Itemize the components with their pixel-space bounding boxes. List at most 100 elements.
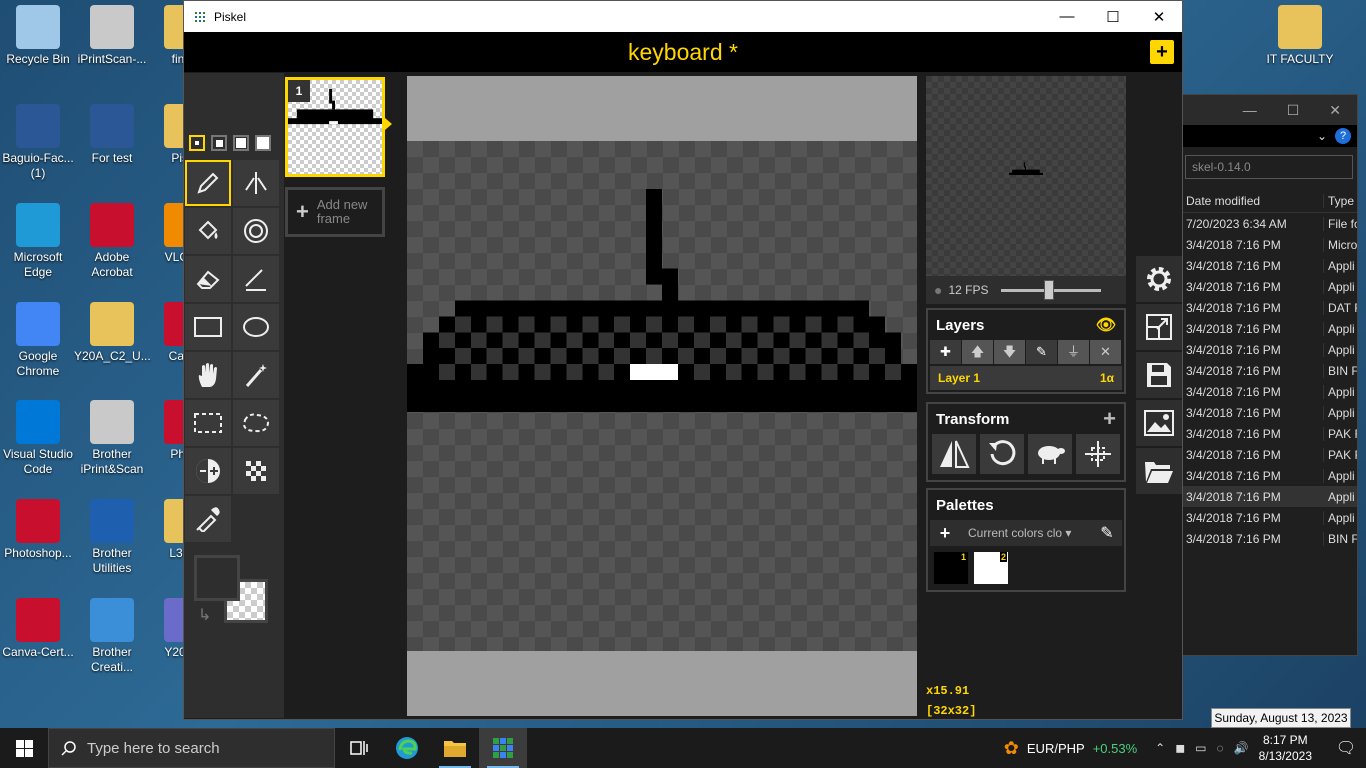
swap-colors-icon[interactable]: ↳	[198, 605, 211, 625]
desktop-shortcut[interactable]: Recycle Bin	[0, 5, 76, 67]
lasso-select-tool[interactable]	[233, 400, 279, 446]
edit-layer-button[interactable]: ✎	[1026, 340, 1057, 364]
file-row[interactable]: 3/4/2018 7:16 PM PAK F	[1181, 423, 1357, 444]
delete-layer-button[interactable]: ✕	[1090, 340, 1121, 364]
file-row[interactable]: 3/4/2018 7:16 PM Appli	[1181, 381, 1357, 402]
layer-row[interactable]: Layer 1 1α	[930, 366, 1122, 390]
circle-tool[interactable]	[233, 304, 279, 350]
taskbar-piskel[interactable]	[479, 728, 527, 768]
onion-skin-icon[interactable]: ●	[934, 282, 942, 298]
pen-tool[interactable]	[185, 160, 231, 206]
center-button[interactable]	[1076, 434, 1120, 474]
wifi-icon[interactable]: ◌	[1217, 741, 1224, 755]
desktop-shortcut[interactable]: For test	[74, 104, 150, 166]
file-row[interactable]: 3/4/2018 7:16 PM Appli	[1181, 507, 1357, 528]
desktop-shortcut[interactable]: Adobe Acrobat	[74, 203, 150, 280]
document-title[interactable]: keyboard *	[628, 39, 738, 65]
taskbar-edge[interactable]	[383, 728, 431, 768]
fps-slider-handle[interactable]	[1043, 279, 1054, 300]
stroke-tool[interactable]	[233, 256, 279, 302]
add-palette-button[interactable]: +	[930, 523, 960, 544]
layer-opacity[interactable]: 1α	[1100, 371, 1114, 385]
flip-button[interactable]	[932, 434, 976, 474]
vertical-mirror-pen-tool[interactable]	[233, 160, 279, 206]
open-button[interactable]	[1136, 448, 1182, 494]
clone-button[interactable]	[1028, 434, 1072, 474]
file-row[interactable]: 7/20/2023 6:34 AM File fo	[1181, 213, 1357, 234]
show-hidden-icons[interactable]: ⌃	[1155, 741, 1165, 755]
pen-size-1[interactable]	[189, 135, 205, 151]
column-type[interactable]: Type	[1323, 193, 1357, 208]
lighten-tool[interactable]	[185, 448, 231, 494]
fps-slider[interactable]	[1000, 279, 1101, 300]
desktop-shortcut[interactable]: Microsoft Edge	[0, 203, 76, 280]
desktop-shortcut[interactable]: Brother iPrint&Scan	[74, 400, 150, 477]
pen-size-3[interactable]	[233, 135, 249, 151]
drawing-canvas[interactable]	[407, 141, 917, 651]
rotate-button[interactable]	[980, 434, 1024, 474]
file-row[interactable]: 3/4/2018 7:16 PM DAT F	[1181, 297, 1357, 318]
primary-color[interactable]	[194, 555, 240, 601]
new-sprite-button[interactable]: +	[1150, 40, 1174, 64]
notifications-icon[interactable]: 🗨	[1326, 738, 1366, 758]
merge-layer-button[interactable]: ⏚	[1058, 340, 1089, 364]
magic-wand-tool[interactable]	[233, 352, 279, 398]
desktop-shortcut[interactable]: Baguio-Fac... (1)	[0, 104, 76, 181]
color-picker-tool[interactable]	[185, 496, 231, 542]
taskbar-file-explorer[interactable]	[431, 728, 479, 768]
minimize-button[interactable]: —	[1044, 8, 1090, 26]
pen-size-4[interactable]	[255, 135, 271, 151]
file-row[interactable]: 3/4/2018 7:16 PM Appli	[1181, 339, 1357, 360]
taskbar-search-box[interactable]: Type here to search	[48, 728, 335, 768]
currency-widget[interactable]: ✿ EUR/PHP +0.53%	[1004, 738, 1137, 759]
close-icon[interactable]: ✕	[1329, 102, 1341, 119]
clock[interactable]: 8:17 PM 8/13/2023	[1259, 732, 1312, 764]
palette-select[interactable]: Current colors clo ▾	[960, 526, 1092, 540]
rectangle-tool[interactable]	[185, 304, 231, 350]
desktop-shortcut[interactable]: Brother Creati...	[74, 598, 150, 675]
file-row[interactable]: 3/4/2018 7:16 PM BIN F	[1181, 360, 1357, 381]
save-button[interactable]	[1136, 352, 1182, 398]
volume-icon[interactable]: 🔊	[1234, 741, 1249, 755]
eye-icon[interactable]: 👁	[1096, 315, 1116, 335]
desktop-shortcut[interactable]: Photoshop...	[0, 499, 76, 561]
column-date-modified[interactable]: Date modified	[1181, 194, 1323, 208]
desktop-shortcut[interactable]: iPrintScan-...	[74, 5, 150, 67]
export-button[interactable]	[1136, 400, 1182, 446]
move-layer-down-button[interactable]: 🡇	[994, 340, 1025, 364]
desktop-shortcut[interactable]: Visual Studio Code	[0, 400, 76, 477]
palette-swatch[interactable]: 2	[974, 552, 1008, 584]
explorer-address-bar[interactable]: skel-0.14.0	[1185, 155, 1353, 179]
edit-palette-icon[interactable]: ✎	[1092, 523, 1122, 543]
rectangle-select-tool[interactable]	[185, 400, 231, 446]
chevron-down-icon[interactable]: ⌄	[1317, 129, 1327, 143]
palette-swatch[interactable]: 1	[934, 552, 968, 584]
settings-button[interactable]	[1136, 256, 1182, 302]
paint-bucket-tool[interactable]	[185, 208, 231, 254]
file-row[interactable]: 3/4/2018 7:16 PM Appli	[1181, 402, 1357, 423]
maximize-button[interactable]: ☐	[1090, 8, 1136, 26]
maximize-icon[interactable]: ☐	[1287, 102, 1300, 119]
desktop-shortcut[interactable]: Canva-Cert...	[0, 598, 76, 660]
desktop-shortcut[interactable]: IT FACULTY	[1262, 5, 1338, 67]
help-icon[interactable]: ?	[1335, 128, 1351, 144]
task-view-button[interactable]	[335, 728, 383, 768]
minimize-icon[interactable]: —	[1243, 102, 1257, 118]
start-button[interactable]	[0, 728, 48, 768]
add-layer-button[interactable]: ✚	[930, 340, 961, 364]
battery-icon[interactable]: ▭	[1195, 741, 1206, 755]
meet-now-icon[interactable]: ◼	[1175, 741, 1185, 755]
dithering-tool[interactable]	[233, 448, 279, 494]
frame-thumbnail[interactable]: 1	[285, 77, 392, 177]
resize-button[interactable]	[1136, 304, 1182, 350]
file-row[interactable]: 3/4/2018 7:16 PM Appli	[1181, 255, 1357, 276]
file-row[interactable]: 3/4/2018 7:16 PM PAK F	[1181, 444, 1357, 465]
move-layer-up-button[interactable]: 🡅	[962, 340, 993, 364]
file-row[interactable]: 3/4/2018 7:16 PM Appli	[1181, 318, 1357, 339]
expand-transform-icon[interactable]: +	[1103, 406, 1116, 432]
file-row[interactable]: 3/4/2018 7:16 PM BIN F	[1181, 528, 1357, 549]
file-row[interactable]: 3/4/2018 7:16 PM Appli	[1181, 276, 1357, 297]
file-row[interactable]: 3/4/2018 7:16 PM Micro	[1181, 234, 1357, 255]
add-frame-button[interactable]: + Add new frame	[285, 187, 385, 237]
eraser-tool[interactable]	[185, 256, 231, 302]
